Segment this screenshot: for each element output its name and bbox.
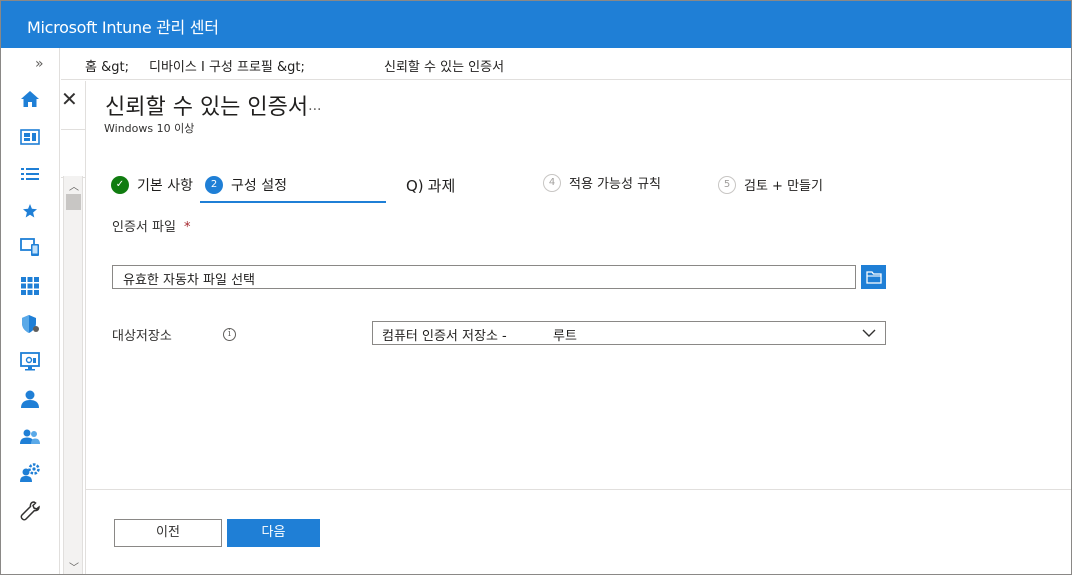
groups-icon[interactable] [19,425,41,447]
home-icon[interactable] [19,88,41,110]
target-store-value: 컴퓨터 인증서 저장소 - [382,329,507,344]
step-label: 적용 가능성 규칙 [569,177,661,192]
reports-icon[interactable] [19,350,41,372]
step-label: 기본 사항 [137,178,193,194]
scroll-up-icon[interactable]: ︿ [69,178,79,193]
checkmark-icon: ✓ [111,176,129,194]
devices-icon[interactable] [19,236,41,258]
app-frame: Microsoft Intune 관리 센터 홈 &gt; 디바이스 I 구성 … [0,0,1072,575]
endpoint-security-icon[interactable] [19,313,41,335]
breadcrumb-devices[interactable]: 디바이스 I 구성 프로필 &gt; [149,56,305,75]
step-configuration-settings[interactable]: 2 구성 설정 [205,175,287,195]
step-number: 5 [718,175,736,194]
target-store-label: 대상저장소 [112,329,172,344]
more-options-icon[interactable]: ··· [308,102,321,118]
info-icon[interactable]: i [223,328,236,341]
breadcrumb: 홈 &gt; 디바이스 I 구성 프로필 &gt; 신뢰할 수 있는 인증서 [61,48,1071,80]
step-label: 검토 + 만들기 [744,179,823,194]
next-button[interactable]: 다음 [227,519,320,547]
active-step-indicator [200,201,386,203]
target-store-dropdown[interactable]: 컴퓨터 인증서 저장소 - 루트 [372,321,886,345]
cert-file-input[interactable]: 유효한 자동차 파일 선택 [112,265,856,289]
breadcrumb-home[interactable]: 홈 &gt; [85,56,129,75]
divider [61,129,85,130]
app-title[interactable]: Microsoft Intune 관리 센터 [27,14,219,38]
cert-file-label-text: 인증서 파일 [112,220,176,235]
required-mark: * [183,220,191,235]
step-assignments[interactable]: Q) 과제 [406,175,455,196]
step-basics[interactable]: ✓ 기본 사항 [111,175,193,195]
all-services-icon[interactable] [19,163,41,185]
scrollbar-thumb[interactable] [66,194,81,210]
breadcrumb-current: 신뢰할 수 있는 인증서 [384,60,505,75]
top-bar: Microsoft Intune 관리 센터 [1,1,1071,48]
scroll-down-icon[interactable]: ﹀ [69,559,79,574]
chevron-down-icon [862,329,876,337]
favorites-icon[interactable] [19,200,41,222]
step-label: 과제 [427,177,456,195]
cert-file-label: 인증서 파일 * [112,216,190,235]
target-store-value-suffix: 루트 [553,329,577,344]
step-review-create[interactable]: 5 검토 + 만들기 [718,175,823,194]
page-subtitle: Windows 10 이상 [104,122,195,135]
previous-button[interactable]: 이전 [114,519,222,547]
vertical-scrollbar[interactable]: ︿ ﹀ [63,176,83,574]
users-icon[interactable] [19,388,41,410]
footer-divider [86,489,1071,490]
troubleshooting-icon[interactable] [19,500,41,522]
step-number: Q) [406,176,424,195]
expand-nav-icon[interactable]: » [35,56,44,72]
step-number: 2 [205,176,223,194]
page-title: 신뢰할 수 있는 인증서··· [105,89,322,121]
step-label: 구성 설정 [231,178,287,194]
left-nav-rail: » [1,48,60,574]
step-number: 4 [543,173,561,192]
browse-file-button[interactable] [861,265,886,289]
dashboard-icon[interactable] [19,126,41,148]
page-title-text: 신뢰할 수 있는 인증서 [105,95,309,120]
tenant-admin-icon[interactable] [19,462,41,484]
apps-icon[interactable] [19,275,41,297]
close-icon[interactable]: ✕ [61,87,78,111]
folder-icon [865,271,882,284]
divider [85,81,86,574]
step-applicability-rules[interactable]: 4 적용 가능성 규칙 [543,173,661,192]
